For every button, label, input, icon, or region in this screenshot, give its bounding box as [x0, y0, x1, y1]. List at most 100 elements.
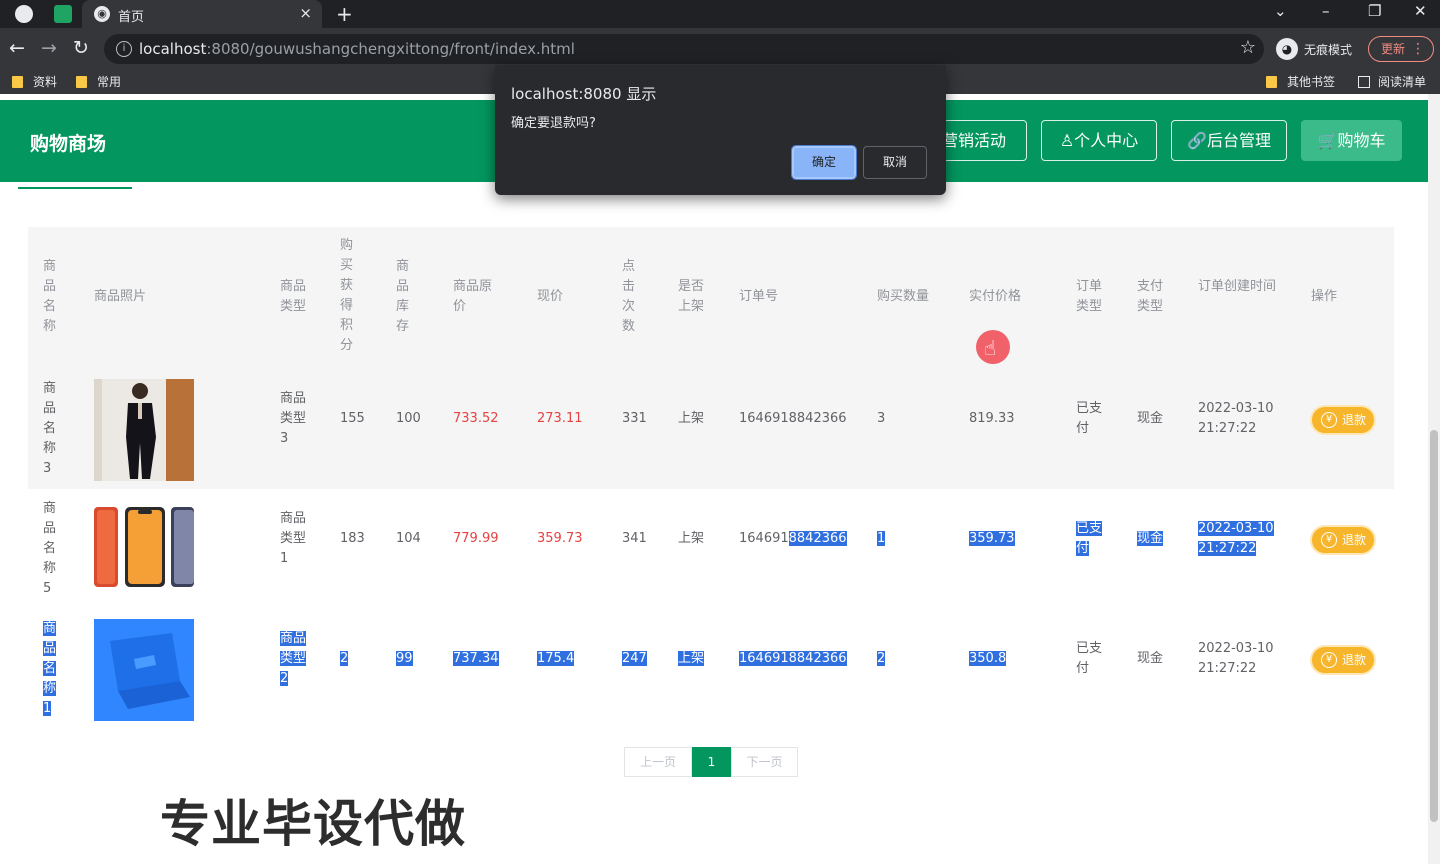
cell-name: 商品名称1	[43, 621, 57, 716]
th-created: 订单创建时间	[1198, 279, 1277, 294]
watermark-text: 专业毕设代做	[160, 795, 466, 853]
bookmark-folder-2[interactable]: 常用	[76, 73, 121, 91]
refund-button[interactable]: ¥ 退款	[1310, 645, 1376, 675]
yen-icon: ¥	[1321, 652, 1337, 668]
product-photo[interactable]	[94, 619, 194, 721]
cell-created: 2022-03-10 21:27:22	[1198, 641, 1274, 676]
cell-paid: 819.33	[969, 411, 1015, 426]
table-row: 商品名称5 商品类型1 183 104 779.99 359.73 341 上架…	[28, 489, 1394, 609]
th-shelf: 是否上架	[678, 279, 705, 314]
confirm-dialog: localhost:8080 显示 确定要退款吗? 确定 取消	[495, 65, 946, 195]
cell-shelf: 上架	[678, 411, 705, 426]
cell-points: 2	[340, 651, 349, 666]
bookmark-folder-1[interactable]: 资料	[12, 73, 57, 91]
cell-order-type: 已支付	[1076, 401, 1103, 436]
cell-type: 商品类型3	[280, 391, 307, 446]
cell-points: 183	[340, 531, 365, 546]
nav-admin-button[interactable]: 🔗后台管理	[1171, 120, 1287, 161]
browser-tab[interactable]: ◉ 首页 ×	[82, 0, 322, 28]
cell-shelf: 上架	[678, 531, 705, 546]
page-1-button[interactable]: 1	[692, 747, 731, 777]
cell-type: 商品类型1	[280, 511, 307, 566]
cell-pay-type: 现金	[1137, 411, 1164, 426]
scrollbar-thumb[interactable]	[1430, 430, 1438, 822]
cell-price: 359.73	[537, 531, 583, 546]
folder-icon	[76, 76, 87, 88]
folder-icon	[12, 76, 23, 88]
app-shortcut-icon[interactable]	[54, 5, 72, 23]
yen-icon: ¥	[1321, 532, 1337, 548]
th-points: 购买获得积分	[340, 238, 354, 353]
cart-icon: 🛒	[1317, 131, 1338, 150]
cell-qty: 3	[877, 411, 886, 426]
new-tab-button[interactable]: +	[336, 2, 353, 26]
table-header: 商品名称 商品照片 商品类型 购买获得积分 商品库存 商品原价 现价 点击次数 …	[28, 227, 1394, 369]
cell-shelf: 上架	[678, 651, 705, 666]
reading-list[interactable]: 阅读清单	[1358, 73, 1426, 91]
product-photo[interactable]	[94, 499, 194, 601]
cell-created: 2022-03-10 21:27:22	[1198, 521, 1274, 556]
page-scrollbar[interactable]	[1428, 94, 1440, 864]
cell-price: 273.11	[537, 411, 583, 426]
restore-icon[interactable]: ❐	[1368, 2, 1381, 20]
nav-cart-button[interactable]: 🛒购物车	[1301, 120, 1402, 161]
cell-stock: 104	[396, 531, 421, 546]
th-name: 商品名称	[43, 259, 57, 334]
refund-button[interactable]: ¥ 退款	[1310, 525, 1376, 555]
table-row: 商品名称1 商品类型2 2 99 737.34 175.4 247 上架 164…	[28, 609, 1394, 729]
cell-stock: 99	[396, 651, 413, 666]
table-row: 商品名称3 商品类型3 155 100 733.52 273.11 331 上架…	[28, 369, 1394, 489]
th-order-no: 订单号	[739, 289, 779, 304]
nav-profile-button[interactable]: ♙个人中心	[1041, 120, 1157, 161]
next-page-button[interactable]: 下一页	[731, 747, 798, 777]
cell-orig-price: 779.99	[453, 531, 499, 546]
th-clicks: 点击次数	[622, 259, 636, 334]
th-qty: 购买数量	[877, 289, 930, 304]
cell-order-type: 已支付	[1076, 521, 1103, 556]
tab-close-icon[interactable]: ×	[299, 4, 312, 22]
cell-orig-price: 733.52	[453, 411, 499, 426]
cell-order-type: 已支付	[1076, 641, 1103, 676]
folder-icon	[1266, 76, 1277, 88]
cell-order-no: 1646918842366	[739, 651, 847, 666]
cell-clicks: 331	[622, 411, 647, 426]
page-content: 购物商场 营销活动 ♙个人中心 🔗后台管理 🛒购物车 商品名称 商品照片 商品类…	[0, 94, 1428, 864]
site-info-icon[interactable]: i	[116, 41, 132, 57]
url-text: localhost:8080/gouwushangchengxittong/fr…	[139, 40, 575, 58]
close-window-icon[interactable]: ✕	[1414, 2, 1427, 20]
th-paid: 实付价格	[969, 289, 1022, 304]
browser-tab-bar: ◉ 首页 × + ⌄ – ❐ ✕	[0, 0, 1440, 28]
forward-icon[interactable]: →	[41, 37, 57, 59]
prev-page-button[interactable]: 上一页	[624, 747, 692, 777]
th-type: 商品类型	[280, 279, 307, 314]
dialog-ok-button[interactable]: 确定	[791, 145, 857, 180]
reload-icon[interactable]: ↻	[73, 37, 89, 59]
reading-list-icon	[1358, 76, 1370, 88]
cell-clicks: 341	[622, 531, 647, 546]
active-tab-underline	[18, 187, 132, 189]
more-menu-icon[interactable]: ⋮	[1411, 37, 1425, 61]
cell-qty: 2	[877, 651, 886, 666]
tab-search-icon[interactable]: ⌄	[1274, 2, 1287, 20]
refund-button[interactable]: ¥ 退款	[1310, 405, 1376, 435]
back-icon[interactable]: ←	[9, 37, 25, 59]
dialog-title: localhost:8080 显示	[511, 85, 657, 103]
cell-name: 商品名称5	[43, 501, 57, 596]
bookmark-star-icon[interactable]: ☆	[1240, 37, 1256, 58]
minimize-icon[interactable]: –	[1322, 2, 1330, 20]
cell-paid: 359.73	[969, 531, 1015, 546]
th-pay-type: 支付类型	[1137, 279, 1164, 314]
url-field[interactable]: i localhost:8080/gouwushangchengxittong/…	[104, 34, 1264, 64]
dialog-cancel-button[interactable]: 取消	[863, 146, 927, 179]
cell-name: 商品名称3	[43, 381, 57, 476]
cell-qty: 1	[877, 531, 886, 546]
browser-menu-icon[interactable]	[15, 5, 33, 23]
yen-icon: ¥	[1321, 412, 1337, 428]
product-photo[interactable]	[94, 379, 194, 481]
update-button[interactable]: 更新 ⋮	[1368, 36, 1434, 62]
cell-created: 2022-03-10 21:27:22	[1198, 401, 1274, 436]
other-bookmarks[interactable]: 其他书签	[1266, 73, 1335, 91]
th-action: 操作	[1311, 289, 1338, 304]
marketing-label: 营销活动	[941, 131, 1006, 150]
globe-icon: ◉	[94, 6, 110, 22]
